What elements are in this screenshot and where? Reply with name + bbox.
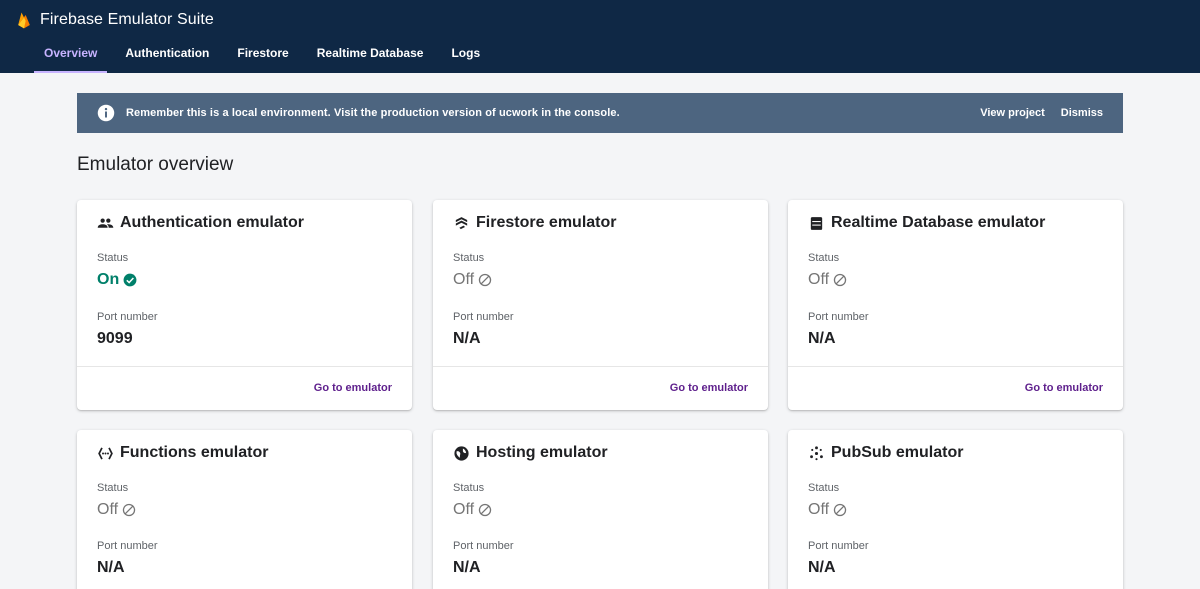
tab-logs[interactable]: Logs xyxy=(441,36,490,73)
tab-firestore[interactable]: Firestore xyxy=(227,36,298,73)
card-title: Functions emulator xyxy=(120,444,269,461)
view-project-button[interactable]: View project xyxy=(972,107,1053,119)
dismiss-button[interactable]: Dismiss xyxy=(1053,107,1111,119)
people-icon xyxy=(97,218,114,228)
page-title: Emulator overview xyxy=(77,154,234,175)
database-icon xyxy=(810,216,823,230)
card-header: Realtime Database emulator xyxy=(808,213,1045,233)
status-value: Off xyxy=(97,501,136,519)
emulator-card-functions: Functions emulator Status Off Port numbe… xyxy=(77,430,412,589)
port-value: N/A xyxy=(808,330,836,347)
port-value: 9099 xyxy=(97,330,133,347)
emulator-card-pubsub: PubSub emulator Status Off Port number N… xyxy=(788,430,1123,589)
status-value: Off xyxy=(808,271,847,289)
tab-overview[interactable]: Overview xyxy=(34,36,108,73)
emulator-card-realtime-database: Realtime Database emulator Status Off Po… xyxy=(788,200,1123,410)
status-text: Off xyxy=(453,501,475,518)
status-value: Off xyxy=(808,501,847,519)
pubsub-icon xyxy=(810,445,823,460)
port-label: Port number xyxy=(808,540,869,552)
card-title: Realtime Database emulator xyxy=(831,214,1046,231)
card-title: Firestore emulator xyxy=(476,214,617,231)
port-label: Port number xyxy=(97,311,158,323)
card-title: Hosting emulator xyxy=(476,444,608,461)
status-label: Status xyxy=(808,252,840,264)
status-value: Off xyxy=(453,271,492,289)
info-icon xyxy=(97,104,115,122)
status-label: Status xyxy=(97,252,129,264)
local-environment-banner: Remember this is a local environment. Vi… xyxy=(77,93,1123,133)
go-to-emulator-link[interactable]: Go to emulator xyxy=(670,382,748,394)
card-header: Hosting emulator xyxy=(453,443,608,463)
status-text: Off xyxy=(808,271,830,288)
emulator-card-hosting: Hosting emulator Status Off Port number … xyxy=(433,430,768,589)
port-value: N/A xyxy=(97,559,125,576)
card-header: PubSub emulator xyxy=(808,443,963,463)
main-nav: Overview Authentication Firestore Realti… xyxy=(34,36,498,73)
status-text: Off xyxy=(453,271,475,288)
blocked-icon xyxy=(478,503,492,517)
status-value: On xyxy=(97,271,137,289)
globe-icon xyxy=(454,445,469,461)
banner-message: Remember this is a local environment. Vi… xyxy=(126,107,620,119)
firestore-icon xyxy=(455,216,468,229)
port-label: Port number xyxy=(97,540,158,552)
emulator-card-authentication: Authentication emulator Status On Port n… xyxy=(77,200,412,410)
status-label: Status xyxy=(808,482,840,494)
port-value: N/A xyxy=(808,559,836,576)
port-label: Port number xyxy=(808,311,869,323)
status-label: Status xyxy=(453,252,485,264)
go-to-emulator-link[interactable]: Go to emulator xyxy=(1025,382,1103,394)
status-text: On xyxy=(97,271,120,288)
status-label: Status xyxy=(97,482,129,494)
blocked-icon xyxy=(833,503,847,517)
go-to-emulator-link[interactable]: Go to emulator xyxy=(314,382,392,394)
card-divider xyxy=(788,366,1123,367)
tab-realtime-database[interactable]: Realtime Database xyxy=(307,36,434,73)
app-header: Firebase Emulator Suite Overview Authent… xyxy=(0,0,1200,73)
port-label: Port number xyxy=(453,311,514,323)
functions-icon xyxy=(98,446,113,460)
status-label: Status xyxy=(453,482,485,494)
blocked-icon xyxy=(122,503,136,517)
firebase-flame-icon xyxy=(18,12,30,29)
brand: Firebase Emulator Suite xyxy=(14,10,214,30)
project-name: ucwork xyxy=(498,107,539,119)
card-divider xyxy=(433,366,768,367)
port-value: N/A xyxy=(453,330,481,347)
card-header: Firestore emulator xyxy=(453,213,616,233)
card-header: Functions emulator xyxy=(97,443,268,463)
card-divider xyxy=(77,366,412,367)
port-value: N/A xyxy=(453,559,481,576)
status-text: Off xyxy=(97,501,119,518)
banner-message-text-end: in the console. xyxy=(538,107,620,119)
banner-message-text: Remember this is a local environment. Vi… xyxy=(126,107,499,119)
app-title: Firebase Emulator Suite xyxy=(40,11,214,28)
tab-authentication[interactable]: Authentication xyxy=(115,36,219,73)
card-title: PubSub emulator xyxy=(831,444,964,461)
card-header: Authentication emulator xyxy=(97,213,304,233)
check-circle-icon xyxy=(123,273,137,287)
blocked-icon xyxy=(478,273,492,287)
status-text: Off xyxy=(808,501,830,518)
emulator-card-firestore: Firestore emulator Status Off Port numbe… xyxy=(433,200,768,410)
status-value: Off xyxy=(453,501,492,519)
blocked-icon xyxy=(833,273,847,287)
card-title: Authentication emulator xyxy=(120,214,305,231)
banner-actions: View project Dismiss xyxy=(972,107,1111,119)
port-label: Port number xyxy=(453,540,514,552)
